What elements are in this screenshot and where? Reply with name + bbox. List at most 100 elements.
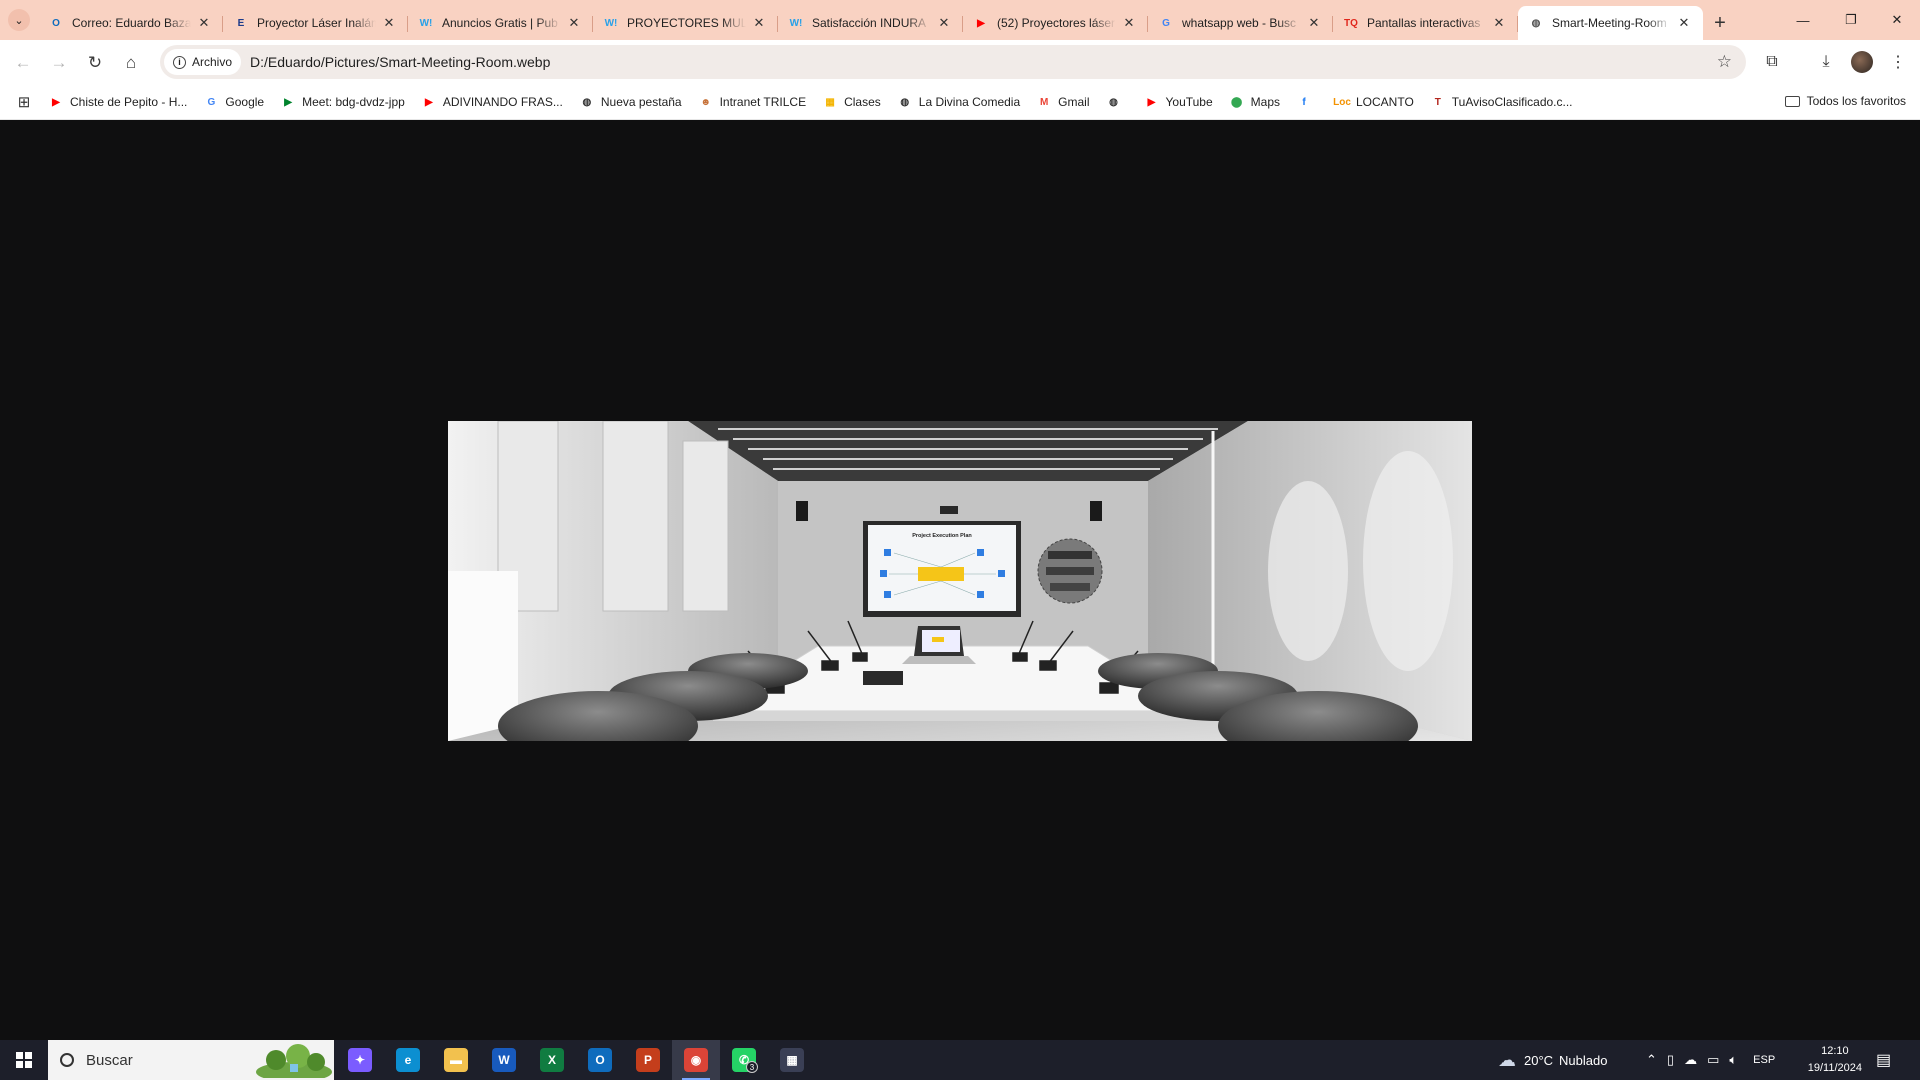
chrome-icon: ◉ — [684, 1048, 708, 1072]
close-tab-icon[interactable]: ✕ — [1675, 14, 1693, 32]
forward-button[interactable]: → — [42, 46, 76, 80]
facebook-icon: f — [1302, 96, 1306, 108]
clock[interactable]: 12:10 19/11/2024 — [1808, 1043, 1862, 1077]
close-tab-icon[interactable]: ✕ — [195, 14, 213, 32]
taskbar-search[interactable]: Buscar — [48, 1040, 334, 1080]
start-button[interactable] — [0, 1040, 48, 1080]
bookmark-item[interactable]: M Gmail — [1036, 94, 1090, 110]
bookmark-item[interactable]: ◍ Nueva pestaña — [579, 94, 681, 110]
bookmark-item[interactable]: ▦ Clases — [822, 94, 880, 110]
classroom-icon: ▦ — [825, 96, 835, 108]
browser-tab[interactable]: ▶ (52) Proyectores láser ✕ — [963, 6, 1148, 40]
close-tab-icon[interactable]: ✕ — [565, 14, 583, 32]
bookmark-item[interactable]: Loc LOCANTO — [1333, 94, 1414, 110]
reload-button[interactable]: ↻ — [78, 46, 112, 80]
taskbar-app[interactable]: ◉ — [672, 1040, 720, 1080]
close-tab-icon[interactable]: ✕ — [750, 14, 768, 32]
tab-title: PROYECTORES MULTI — [627, 16, 746, 30]
close-tab-icon[interactable]: ✕ — [935, 14, 953, 32]
browser-tab[interactable]: TQ Pantallas interactivas ✕ — [1333, 6, 1518, 40]
device-icon[interactable]: ▯ — [1667, 1052, 1674, 1068]
bookmark-item[interactable]: ▶ Meet: bdg-dvdz-jpp — [280, 94, 405, 110]
bookmark-item[interactable]: f — [1296, 94, 1318, 110]
volume-icon[interactable]: 🔈︎ — [1729, 1052, 1737, 1068]
taskbar-app[interactable]: ▬ — [432, 1040, 480, 1080]
download-icon[interactable]: ⤓ — [1810, 46, 1842, 78]
edge-icon: e — [396, 1048, 420, 1072]
restore-button[interactable]: ❐ — [1828, 0, 1874, 40]
chevron-down-icon: ⌄ — [8, 9, 30, 31]
taskbar-app[interactable]: O — [576, 1040, 624, 1080]
clock-time: 12:10 — [1821, 1045, 1849, 1057]
language-indicator[interactable]: ESP — [1753, 1054, 1775, 1066]
taskbar-app[interactable]: W — [480, 1040, 528, 1080]
bookmark-item[interactable]: T TuAvisoClasificado.c... — [1430, 94, 1573, 110]
chevron-up-icon[interactable]: ⌃ — [1646, 1052, 1657, 1068]
onedrive-icon[interactable]: ☁ — [1684, 1052, 1697, 1068]
browser-tab[interactable]: Gwhatsapp web - Busc ✕ — [1148, 6, 1333, 40]
apps-grid-icon[interactable]: ⊞ — [0, 93, 48, 111]
taskbar-app[interactable]: e — [384, 1040, 432, 1080]
weather-widget[interactable]: ☁ 20°C Nublado — [1498, 1040, 1607, 1080]
system-tray: ⌃ ▯ ☁ ▭ 🔈︎ ESP — [1646, 1040, 1775, 1080]
excel-icon: X — [540, 1048, 564, 1072]
powerpoint-icon: P — [636, 1048, 660, 1072]
bookmark-star-icon[interactable]: ☆ — [1717, 52, 1732, 72]
clock-date: 19/11/2024 — [1807, 1062, 1862, 1074]
extensions-icon[interactable]: ⧉ — [1756, 46, 1788, 78]
bookmarks-bar: ⊞ ▶ Chiste de Pepito - H... G Google ▶ Meet: … — [0, 85, 1920, 120]
search-placeholder: Buscar — [86, 1051, 133, 1069]
meeting-room-photo: Project Execution Plan — [448, 421, 1472, 741]
bookmark-item[interactable]: ▶ ADIVINANDO FRAS... — [421, 94, 563, 110]
all-bookmarks-button[interactable]: Todos los favoritos — [1784, 94, 1906, 108]
site-info-chip[interactable]: i Archivo — [164, 49, 242, 75]
bookmark-item[interactable]: ⬤ Maps — [1229, 94, 1280, 110]
taskbar-app[interactable]: X — [528, 1040, 576, 1080]
browser-tab[interactable]: ◍ Smart-Meeting-Room ✕ — [1518, 6, 1703, 40]
bookmark-label: TuAvisoClasificado.c... — [1451, 95, 1573, 109]
notifications-icon[interactable]: ▤ — [1876, 1040, 1891, 1080]
close-tab-icon[interactable]: ✕ — [1490, 14, 1508, 32]
new-tab-button[interactable]: + — [1703, 6, 1737, 40]
profile-avatar[interactable] — [1846, 46, 1878, 78]
bookmark-item[interactable]: ▶ Chiste de Pepito - H... — [48, 94, 187, 110]
w-logo-icon: W! — [604, 17, 618, 29]
bookmark-label: Chiste de Pepito - H... — [70, 95, 188, 109]
browser-tab[interactable]: W! Anuncios Gratis | Pub ✕ — [408, 6, 593, 40]
bookmark-label: LOCANTO — [1356, 95, 1414, 109]
minimize-button[interactable]: — — [1780, 0, 1826, 40]
tab-title: Satisfacción INDURA — [812, 16, 927, 30]
taskbar-app[interactable]: ✦ — [336, 1040, 384, 1080]
close-tab-icon[interactable]: ✕ — [1305, 14, 1323, 32]
bookmark-item[interactable]: ◍ La Divina Comedia — [897, 94, 1020, 110]
browser-tab[interactable]: E Proyector Láser Inalám ✕ — [223, 6, 408, 40]
network-icon[interactable]: ▭ — [1707, 1052, 1719, 1068]
home-button[interactable]: ⌂ — [114, 46, 148, 80]
browser-tab[interactable]: O Correo: Eduardo Baza ✕ — [38, 6, 223, 40]
bookmark-item[interactable]: ◍ — [1106, 94, 1128, 110]
url-text[interactable]: D:/Eduardo/Pictures/Smart-Meeting-Room.w… — [250, 54, 550, 70]
browser-tab[interactable]: W! Satisfacción INDURA ✕ — [778, 6, 963, 40]
globe-icon: ◍ — [1109, 96, 1118, 108]
gmail-icon: M — [1039, 96, 1049, 108]
browser-tab[interactable]: W! PROYECTORES MULTI ✕ — [593, 6, 778, 40]
bookmark-item[interactable]: ▶ YouTube — [1144, 94, 1213, 110]
outlook-icon: O — [588, 1048, 612, 1072]
calculator-icon: ▦ — [780, 1048, 804, 1072]
taskbar-app[interactable]: P — [624, 1040, 672, 1080]
menu-kebab-icon[interactable]: ⋮ — [1882, 46, 1914, 78]
tab-search-button[interactable]: ⌄ — [0, 0, 38, 40]
back-button[interactable]: ← — [6, 46, 40, 80]
close-tab-icon[interactable]: ✕ — [1120, 14, 1138, 32]
close-tab-icon[interactable]: ✕ — [380, 14, 398, 32]
tab-title: Pantallas interactivas — [1367, 16, 1481, 30]
bookmark-item[interactable]: ☻ Intranet TRILCE — [698, 94, 806, 110]
close-window-button[interactable]: ✕ — [1874, 0, 1920, 40]
trilce-icon: ☻ — [700, 96, 711, 108]
taskbar-app[interactable]: ✆ 3 — [720, 1040, 768, 1080]
address-bar[interactable]: i Archivo D:/Eduardo/Pictures/Smart-Meet… — [160, 45, 1746, 79]
copilot-icon: ✦ — [348, 1048, 372, 1072]
taskbar-app[interactable]: ▦ — [768, 1040, 816, 1080]
bookmark-item[interactable]: G Google — [203, 94, 265, 110]
meet-icon: ▶ — [284, 96, 292, 108]
